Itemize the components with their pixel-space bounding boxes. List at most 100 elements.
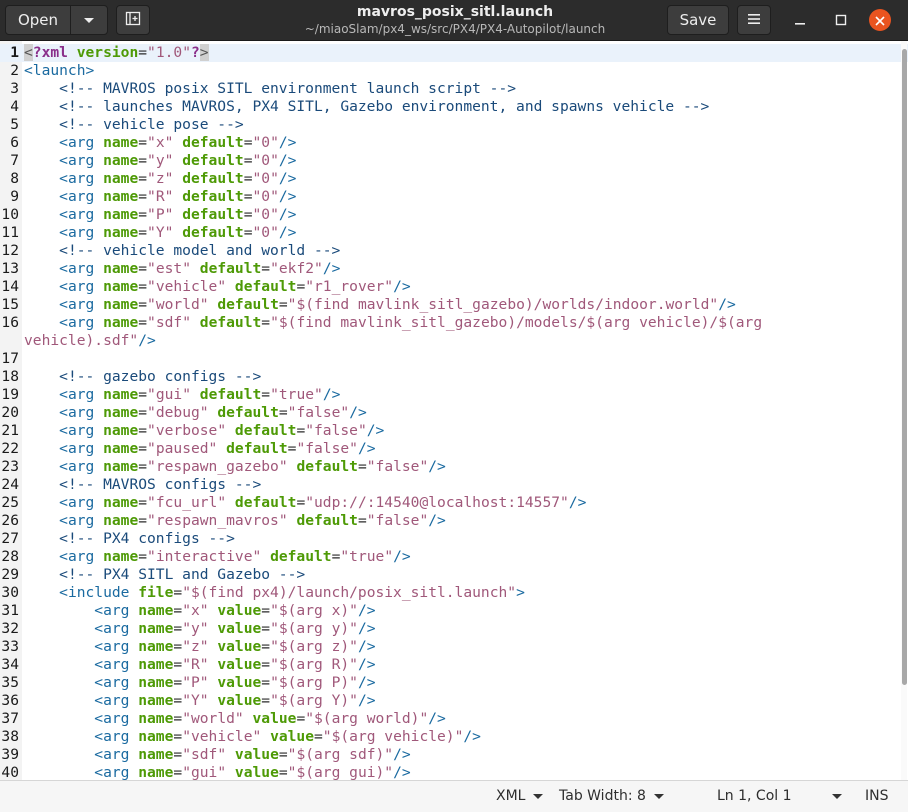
code-line[interactable]: 20 <arg name="debug" default="false"/>: [0, 404, 908, 422]
save-button[interactable]: Save: [667, 5, 729, 35]
code-line[interactable]: 5 <!-- vehicle pose -->: [0, 116, 908, 134]
code-line[interactable]: 38 <arg name="vehicle" value="$(arg vehi…: [0, 728, 908, 746]
code-token: <arg: [59, 494, 104, 511]
scrollbar-thumb[interactable]: [902, 49, 907, 685]
code-line[interactable]: 37 <arg name="world" value="$(arg world)…: [0, 710, 908, 728]
code-line[interactable]: 27 <!-- PX4 configs -->: [0, 530, 908, 548]
cursor-position-selector[interactable]: Ln 1, Col 1: [717, 788, 842, 804]
line-number: 6: [10, 134, 19, 151]
code-line[interactable]: 35 <arg name="P" value="$(arg P)"/>: [0, 674, 908, 692]
code-line[interactable]: 16 <arg name="sdf" default="$(find mavli…: [0, 314, 908, 332]
code-line[interactable]: 9 <arg name="R" default="0"/>: [0, 188, 908, 206]
code-token: "$(arg vehicle)": [322, 728, 464, 745]
line-text: <!-- vehicle pose -->: [24, 116, 244, 134]
code-line[interactable]: 34 <arg name="R" value="$(arg R)"/>: [0, 656, 908, 674]
line-text: <arg name="gui" value="$(arg gui)"/>: [24, 764, 410, 780]
open-button[interactable]: Open: [5, 5, 71, 35]
code-token: =: [138, 386, 148, 403]
code-token: "gui": [147, 386, 191, 403]
code-line[interactable]: 7 <arg name="y" default="0"/>: [0, 152, 908, 170]
code-line[interactable]: 32 <arg name="y" value="$(arg y)"/>: [0, 620, 908, 638]
code-area[interactable]: 1 <?xml version="1.0"?> 2 <launch> 3 <!-- MA…: [0, 44, 908, 780]
tab-width-selector[interactable]: Tab Width: 8: [559, 788, 664, 804]
language-selector[interactable]: XML: [496, 788, 544, 804]
code-token: name: [103, 296, 139, 313]
code-token: =: [138, 422, 148, 439]
code-line[interactable]: 11 <arg name="Y" default="0"/>: [0, 224, 908, 242]
code-line[interactable]: 36 <arg name="Y" value="$(arg Y)"/>: [0, 692, 908, 710]
code-token: />: [322, 260, 341, 277]
code-token: =: [296, 422, 306, 439]
code-line[interactable]: 29 <!-- PX4 SITL and Gazebo -->: [0, 566, 908, 584]
code-token: version: [76, 44, 139, 61]
code-token: name: [103, 278, 139, 295]
code-token: <!-- MAVROS posix SITL environment launc…: [59, 80, 517, 97]
text-editor[interactable]: 1 <?xml version="1.0"?> 2 <launch> 3 <!-- MA…: [0, 41, 908, 780]
status-bar: XML Tab Width: 8 Ln 1, Col 1 INS: [0, 780, 908, 812]
code-line[interactable]: 14 <arg name="vehicle" default="r1_rover…: [0, 278, 908, 296]
code-token: <!-- launches MAVROS, PX4 SITL, Gazebo e…: [59, 98, 710, 115]
line-number: 28: [1, 548, 19, 565]
code-line[interactable]: 23 <arg name="respawn_gazebo" default="f…: [0, 458, 908, 476]
cursor-position-label: Ln 1, Col 1: [717, 788, 792, 804]
code-line[interactable]: 3 <!-- MAVROS posix SITL environment lau…: [0, 80, 908, 98]
code-line[interactable]: 33 <arg name="z" value="$(arg z)"/>: [0, 638, 908, 656]
code-line[interactable]: 26 <arg name="respawn_mavros" default="f…: [0, 512, 908, 530]
code-line[interactable]: 15 <arg name="world" default="$(find mav…: [0, 296, 908, 314]
code-line[interactable]: 1 <?xml version="1.0"?>: [0, 44, 908, 62]
code-token: "$(arg Y)": [270, 692, 358, 709]
code-line[interactable]: 19 <arg name="gui" default="true"/>: [0, 386, 908, 404]
maximize-button[interactable]: [830, 9, 852, 31]
code-line[interactable]: 22 <arg name="paused" default="false"/>: [0, 440, 908, 458]
code-token: />: [718, 296, 736, 313]
code-line[interactable]: 18 <!-- gazebo configs -->: [0, 368, 908, 386]
code-token: file: [138, 584, 174, 601]
code-line[interactable]: 24 <!-- MAVROS configs -->: [0, 476, 908, 494]
code-line[interactable]: 17: [0, 350, 908, 368]
line-number: 5: [10, 116, 19, 133]
insert-mode-indicator[interactable]: INS: [865, 788, 889, 804]
code-token: ?: [190, 44, 200, 61]
code-line[interactable]: 21 <arg name="verbose" default="false"/>: [0, 422, 908, 440]
code-line[interactable]: 31 <arg name="x" value="$(arg x)"/>: [0, 602, 908, 620]
code-token: default: [234, 494, 297, 511]
new-tab-button[interactable]: [116, 5, 150, 35]
code-line[interactable]: 39 <arg name="sdf" value="$(arg sdf)"/>: [0, 746, 908, 764]
code-token: name: [103, 224, 139, 241]
line-text: vehicle).sdf"/>: [24, 332, 156, 350]
code-token: "vehicle": [182, 728, 262, 745]
code-line[interactable]: 40 <arg name="gui" value="$(arg gui)"/>: [0, 764, 908, 780]
code-token: "respawn_gazebo": [147, 458, 288, 475]
code-line[interactable]: 13 <arg name="est" default="ekf2"/>: [0, 260, 908, 278]
code-line-wrap[interactable]: vehicle).sdf"/>: [0, 332, 908, 350]
code-token: value: [217, 620, 262, 637]
code-token: value: [217, 692, 262, 709]
code-line[interactable]: 30 <include file="$(find px4)/launch/pos…: [0, 584, 908, 602]
code-token: "0": [252, 206, 279, 223]
code-line[interactable]: 8 <arg name="z" default="0"/>: [0, 170, 908, 188]
code-token: value: [217, 638, 262, 655]
code-token: vehicle).sdf": [24, 332, 139, 349]
minimize-button[interactable]: [789, 9, 811, 31]
line-text: <!-- PX4 configs -->: [24, 530, 235, 548]
code-line[interactable]: 28 <arg name="interactive" default="true…: [0, 548, 908, 566]
code-line[interactable]: 2 <launch>: [0, 62, 908, 80]
code-line[interactable]: 25 <arg name="fcu_url" default="udp://:1…: [0, 494, 908, 512]
code-token: <arg: [94, 656, 139, 673]
close-button[interactable]: [869, 9, 891, 31]
open-menu-button[interactable]: [70, 5, 108, 35]
code-line[interactable]: 6 <arg name="x" default="0"/>: [0, 134, 908, 152]
code-line[interactable]: 12 <!-- vehicle model and world -->: [0, 242, 908, 260]
line-text: <arg name="respawn_mavros" default="fals…: [24, 512, 446, 530]
code-line[interactable]: 10 <arg name="P" default="0"/>: [0, 206, 908, 224]
code-token: "0": [252, 134, 279, 151]
code-line[interactable]: 4 <!-- launches MAVROS, PX4 SITL, Gazebo…: [0, 98, 908, 116]
line-text: <!-- gazebo configs -->: [24, 368, 261, 386]
menu-button[interactable]: [737, 5, 771, 35]
